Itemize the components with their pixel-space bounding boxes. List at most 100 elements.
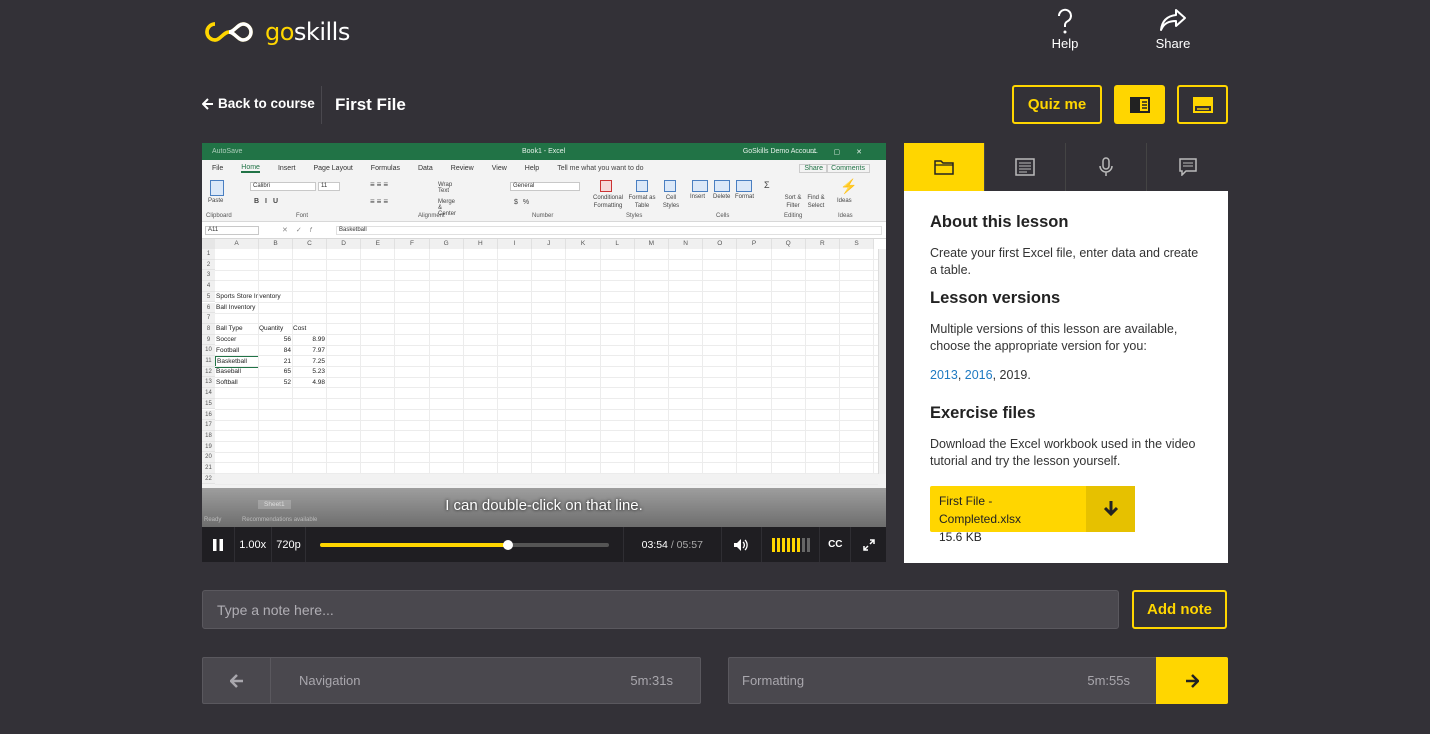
row-gridline: [215, 387, 878, 389]
back-to-course-link[interactable]: Back to course: [202, 96, 315, 111]
excel-tell-me: Tell me what you want to do: [557, 164, 644, 172]
ideas-icon: ⚡: [840, 178, 858, 194]
version-2019-current: 2019: [999, 368, 1028, 382]
help-button[interactable]: Help: [1035, 8, 1095, 51]
quality-button[interactable]: 720p: [272, 527, 307, 562]
version-2016-link[interactable]: 2016: [965, 368, 993, 382]
versions-text: Multiple versions of this lesson are ava…: [930, 322, 1178, 353]
row-gridline: [215, 269, 878, 271]
version-2013-link[interactable]: 2013: [930, 368, 958, 382]
speed-button[interactable]: 1.00x: [235, 527, 272, 562]
goskills-logo[interactable]: goskills: [201, 18, 350, 46]
cell-b8: Quantity: [259, 325, 284, 332]
pause-button[interactable]: [202, 527, 235, 562]
mute-button[interactable]: [722, 527, 762, 562]
layout-bottom-button[interactable]: [1177, 85, 1228, 124]
layout-side-button[interactable]: [1114, 85, 1165, 124]
arrow-left-icon: [229, 673, 243, 688]
next-lesson-duration: 5m:55s: [1087, 673, 1130, 688]
next-lesson[interactable]: Formatting 5m:55s: [728, 657, 1228, 704]
ribbon-conditional: Conditional Formatting: [592, 195, 624, 209]
row-header-20: 20: [202, 452, 215, 463]
previous-button[interactable]: [203, 658, 271, 703]
ribbon-font-styles: BIU: [254, 198, 285, 205]
note-input[interactable]: [202, 590, 1119, 629]
download-file-button[interactable]: First File - Completed.xlsx 15.6 KB: [930, 486, 1135, 544]
ribbon-clipboard-label: Clipboard: [206, 213, 232, 219]
previous-lesson[interactable]: Navigation 5m:31s: [202, 657, 701, 704]
column-header-p: P: [737, 239, 772, 249]
row-gridline: [215, 398, 878, 400]
row-gridline: [215, 344, 878, 346]
add-note-button[interactable]: Add note: [1132, 590, 1227, 629]
column-header-r: R: [805, 239, 840, 249]
row-header-6: 6: [202, 302, 215, 314]
excel-name-box: A11: [205, 226, 259, 235]
row-header-21: 21: [202, 463, 215, 474]
ribbon-font-name: Calibri: [250, 182, 316, 191]
tab-notes[interactable]: [985, 143, 1066, 191]
excel-formula-value: Basketball: [336, 226, 882, 235]
video-caption: I can double-click on that line.: [445, 497, 643, 514]
row-gridline: [215, 376, 878, 378]
row-gridline: [215, 301, 878, 303]
row-header-2: 2: [202, 259, 215, 271]
lesson-title: First File: [335, 95, 406, 114]
row-header-14: 14: [202, 388, 215, 399]
cell-c8: Cost: [293, 325, 307, 332]
tab-resources[interactable]: [904, 143, 985, 191]
ribbon-format: Format: [735, 194, 755, 200]
version-links: 2013, 2016, 2019.: [930, 367, 1202, 384]
excel-window-controls: —▢✕: [810, 148, 878, 156]
progress-bar[interactable]: [320, 539, 609, 550]
time-current: 03:54: [641, 538, 668, 551]
tab-transcript[interactable]: [1066, 143, 1147, 191]
help-label: Help: [1051, 36, 1079, 51]
ribbon-number-icons: $%: [514, 199, 535, 206]
excel-menu-file: File: [212, 164, 224, 172]
share-icon: [1160, 9, 1186, 31]
ribbon-font-size: 11: [318, 182, 340, 191]
row-gridline: [215, 366, 878, 367]
volume-icon: [734, 538, 749, 551]
previous-lesson-duration: 5m:31s: [630, 673, 673, 688]
file-size: 15.6 KB: [939, 530, 982, 544]
excel-comments: Comments: [826, 163, 870, 173]
volume-bars: [771, 537, 810, 552]
row-header-11: 11: [202, 356, 215, 367]
panel-tabs: [904, 143, 1228, 191]
add-note-label: Add note: [1147, 601, 1212, 618]
time-separator: /: [670, 538, 674, 551]
tab-discussion[interactable]: [1147, 143, 1228, 191]
column-header-i: I: [498, 239, 533, 249]
volume-bar: [796, 537, 800, 552]
row-header-9: 9: [202, 334, 215, 346]
row-header-5: 5: [202, 291, 215, 303]
row-header-12: 12: [202, 366, 215, 378]
volume-slider[interactable]: [762, 527, 821, 562]
download-file-info: First File - Completed.xlsx 15.6 KB: [930, 486, 1086, 544]
row-gridline: [215, 259, 878, 260]
excel-menu-formulas: Formulas: [370, 164, 400, 172]
version-sep-2: ,: [992, 368, 1000, 382]
video-player[interactable]: AutoSave Book1 - Excel GoSkills Demo Acc…: [202, 143, 886, 562]
excel-status-rec: Recommendations available: [242, 517, 318, 523]
row-gridline: [215, 451, 878, 453]
cell-styles-icon: [664, 180, 676, 192]
share-button[interactable]: Share: [1143, 8, 1203, 51]
excel-status-ready: Ready: [204, 517, 222, 523]
logo-text: goskills: [265, 18, 350, 46]
fullscreen-button[interactable]: [851, 527, 886, 562]
column-header-c: C: [293, 239, 327, 249]
row-gridline: [215, 333, 878, 335]
volume-bar: [776, 537, 780, 552]
volume-bar: [801, 537, 805, 552]
quiz-me-button[interactable]: Quiz me: [1012, 85, 1102, 124]
video-controls: 1.00x 720p 03:54 / 05:57 CC: [202, 527, 886, 562]
progress-handle[interactable]: [502, 539, 513, 550]
cell-a8: Ball Type: [216, 325, 243, 332]
captions-button[interactable]: CC: [820, 527, 852, 562]
next-button[interactable]: [1156, 657, 1228, 704]
row-header-3: 3: [202, 270, 215, 282]
folder-icon: [934, 160, 954, 175]
